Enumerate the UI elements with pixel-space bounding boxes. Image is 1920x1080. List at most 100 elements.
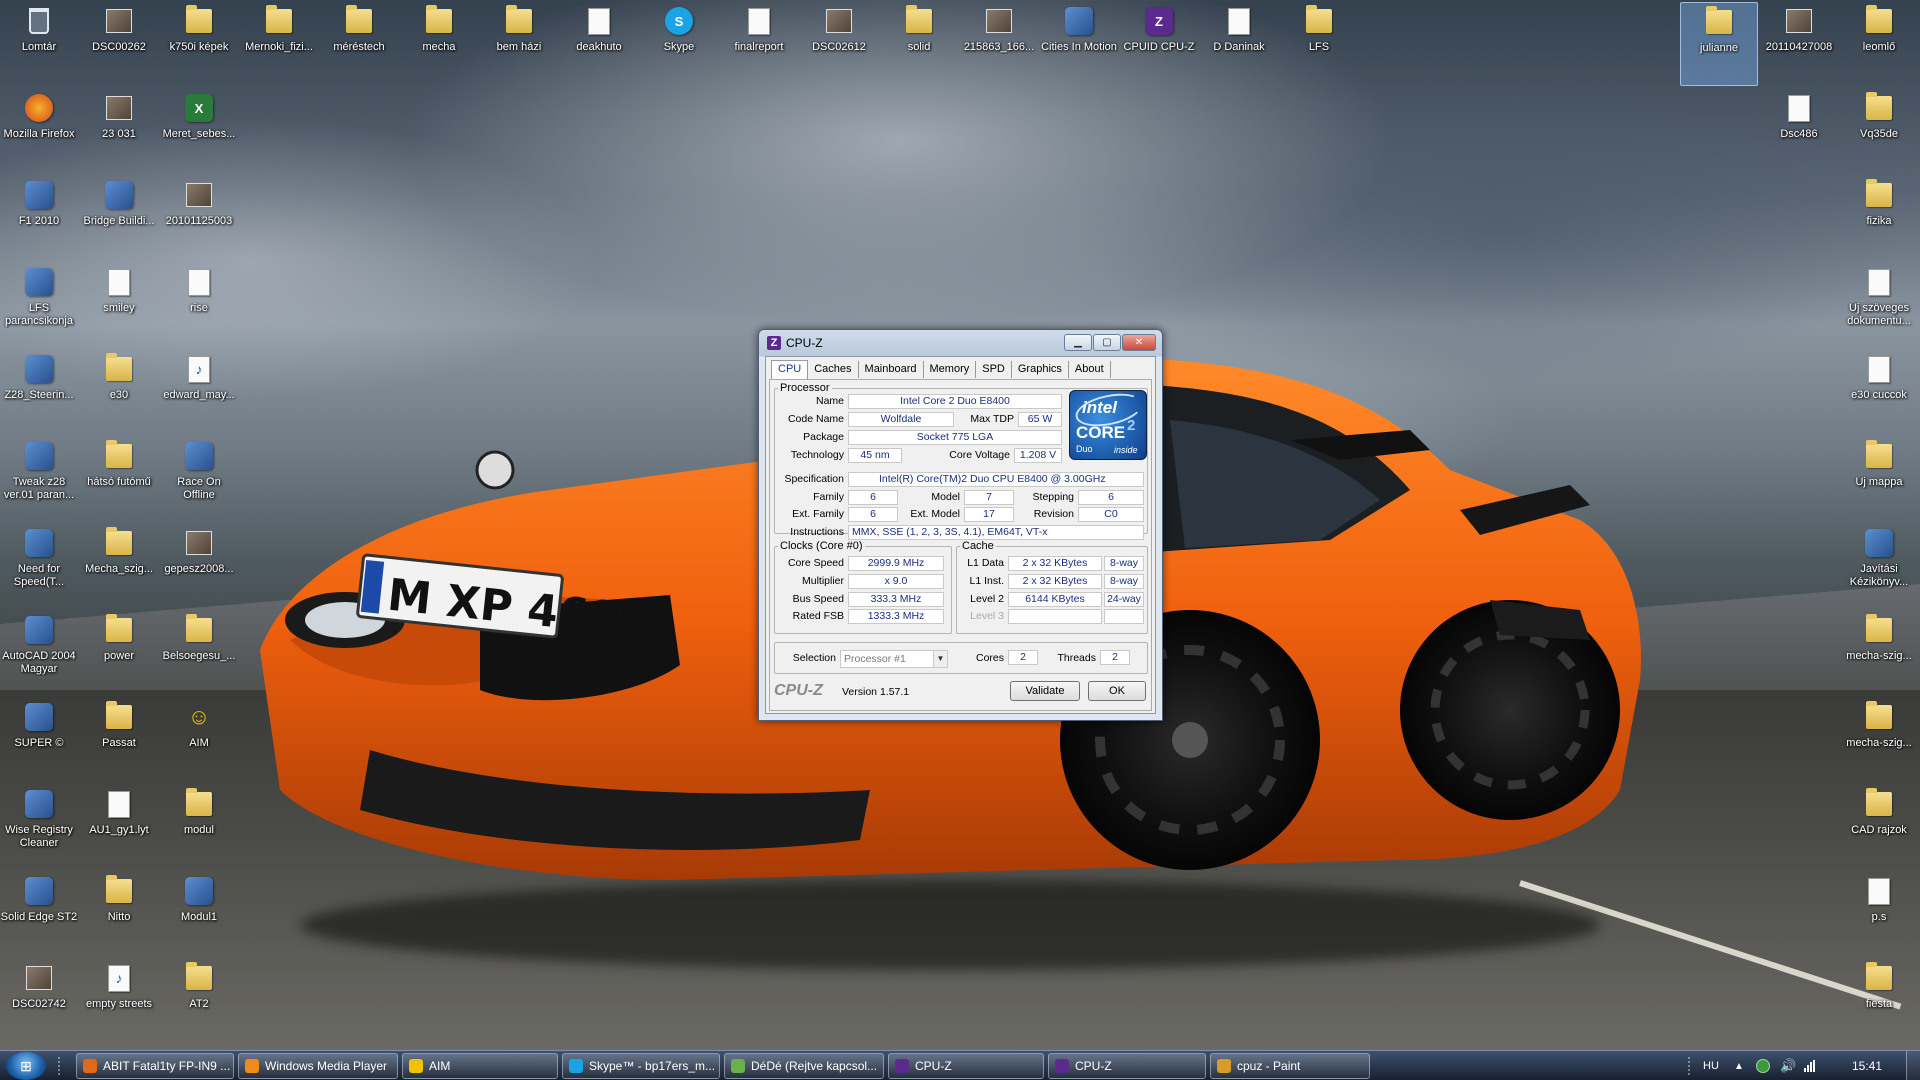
taskbar-button[interactable]: CPU-Z bbox=[888, 1053, 1044, 1079]
desktop-icon[interactable]: AT2 bbox=[160, 959, 238, 1043]
desktop-icon[interactable]: X Meret_sebes... bbox=[160, 89, 238, 173]
cpuz-window[interactable]: Z CPU-Z ▁ ▢ ✕ CPU Caches Mainboard Memory SPD… bbox=[758, 329, 1163, 721]
desktop-icon[interactable]: ♪ edward_may... bbox=[160, 350, 238, 434]
desktop-icon[interactable]: 20110427008 bbox=[1760, 2, 1838, 86]
desktop-icon[interactable]: Javítási Kézikönyv... bbox=[1840, 524, 1918, 608]
desktop-icon[interactable]: leomlő bbox=[1840, 2, 1918, 86]
desktop-icon[interactable]: Vq35de bbox=[1840, 89, 1918, 173]
processor-select[interactable]: Processor #1 ▼ bbox=[840, 650, 948, 668]
desktop-icon[interactable]: solid bbox=[880, 2, 958, 86]
desktop-icon[interactable]: Race On Offline bbox=[160, 437, 238, 521]
desktop-icon[interactable]: 20101125003 bbox=[160, 176, 238, 260]
desktop-icon[interactable]: Need for Speed(T... bbox=[0, 524, 78, 608]
taskbar-button[interactable]: DéDé (Rejtve kapcsol... bbox=[724, 1053, 884, 1079]
taskbar-button[interactable]: CPU-Z bbox=[1048, 1053, 1206, 1079]
desktop-icon[interactable]: Mecha_szig... bbox=[80, 524, 158, 608]
desktop-icon[interactable]: gepesz2008... bbox=[160, 524, 238, 608]
chevron-down-icon[interactable]: ▼ bbox=[933, 651, 947, 667]
desktop-icon[interactable]: 23 031 bbox=[80, 89, 158, 173]
ok-button[interactable]: OK bbox=[1088, 681, 1146, 701]
desktop-icon[interactable]: Cities In Motion bbox=[1040, 2, 1118, 86]
desktop-icon[interactable]: Solid Edge ST2 bbox=[0, 872, 78, 956]
spec-label: Specification bbox=[784, 473, 844, 485]
taskbar-grip[interactable] bbox=[58, 1057, 63, 1075]
taskbar-button[interactable]: Windows Media Player bbox=[238, 1053, 398, 1079]
desktop-icon[interactable]: Dsc486 bbox=[1760, 89, 1838, 173]
desktop-icon[interactable]: Tweak z28 ver.01 paran... bbox=[0, 437, 78, 521]
desktop-icon[interactable]: power bbox=[80, 611, 158, 695]
desktop-icon[interactable]: D Daninak bbox=[1200, 2, 1278, 86]
desktop-icon[interactable]: S Skype bbox=[640, 2, 718, 86]
desktop-icon[interactable]: Új mappa bbox=[1840, 437, 1918, 521]
desktop-icon[interactable]: SUPER © bbox=[0, 698, 78, 782]
taskbar-button[interactable]: cpuz - Paint bbox=[1210, 1053, 1370, 1079]
desktop-icon[interactable]: Lomtár bbox=[0, 2, 78, 86]
desktop-icon[interactable]: 215863_166... bbox=[960, 2, 1038, 86]
desktop-icon[interactable]: bem házi bbox=[480, 2, 558, 86]
validate-button[interactable]: Validate bbox=[1010, 681, 1080, 701]
desktop-icon[interactable]: Nitto bbox=[80, 872, 158, 956]
taskbar-button[interactable]: ABIT Fatal1ty FP-IN9 ... bbox=[76, 1053, 234, 1079]
language-indicator[interactable]: HU bbox=[1703, 1051, 1719, 1080]
tab-caches[interactable]: Caches bbox=[808, 361, 859, 378]
tab-about[interactable]: About bbox=[1069, 361, 1111, 378]
signal-icon[interactable] bbox=[1804, 1051, 1815, 1080]
desktop-icon[interactable]: hátsó futómű bbox=[80, 437, 158, 521]
desktop-icon[interactable]: p.s bbox=[1840, 872, 1918, 956]
desktop-icon[interactable]: DSC02742 bbox=[0, 959, 78, 1043]
desktop-icon[interactable]: Bridge Buildi... bbox=[80, 176, 158, 260]
desktop-icon[interactable]: Wise Registry Cleaner bbox=[0, 785, 78, 869]
desktop-icon[interactable]: Mernoki_fizi... bbox=[240, 2, 318, 86]
show-desktop-button[interactable] bbox=[1906, 1051, 1920, 1080]
network-icon[interactable] bbox=[1756, 1051, 1770, 1080]
desktop-icon[interactable]: mecha bbox=[400, 2, 478, 86]
desktop-icon-label: DSC02612 bbox=[812, 41, 866, 53]
desktop-icon[interactable]: Belsoegesu_... bbox=[160, 611, 238, 695]
desktop-icon[interactable]: DSC02612 bbox=[800, 2, 878, 86]
maximize-button[interactable]: ▢ bbox=[1093, 334, 1121, 351]
desktop-icon[interactable]: k750i képek bbox=[160, 2, 238, 86]
desktop-icon[interactable]: e30 cuccok bbox=[1840, 350, 1918, 434]
desktop-icon[interactable]: Z CPUID CPU-Z bbox=[1120, 2, 1198, 86]
desktop-icon[interactable]: Modul1 bbox=[160, 872, 238, 956]
desktop-icon[interactable]: deakhuto bbox=[560, 2, 638, 86]
desktop-icon[interactable]: fizika bbox=[1840, 176, 1918, 260]
desktop-icon[interactable]: rise bbox=[160, 263, 238, 347]
desktop-icon[interactable]: F1 2010 bbox=[0, 176, 78, 260]
desktop-icon[interactable]: modul bbox=[160, 785, 238, 869]
desktop-icon[interactable]: Passat bbox=[80, 698, 158, 782]
desktop-icon[interactable]: LFS parancsikonja bbox=[0, 263, 78, 347]
tab-spd[interactable]: SPD bbox=[976, 361, 1012, 378]
desktop-icon[interactable]: AutoCAD 2004 Magyar bbox=[0, 611, 78, 695]
desktop-icon[interactable]: AU1_gy1.lyt bbox=[80, 785, 158, 869]
desktop-icon[interactable]: ♪ empty streets bbox=[80, 959, 158, 1043]
desktop-icon[interactable]: finalreport bbox=[720, 2, 798, 86]
tab-cpu[interactable]: CPU bbox=[771, 360, 809, 379]
tray-grip[interactable] bbox=[1688, 1057, 1693, 1075]
start-button[interactable]: ⊞ bbox=[6, 1052, 46, 1080]
desktop-icon[interactable]: DSC00262 bbox=[80, 2, 158, 86]
desktop-icon[interactable]: Új szöveges dokumentu... bbox=[1840, 263, 1918, 347]
taskbar-button[interactable]: AIM bbox=[402, 1053, 558, 1079]
minimize-button[interactable]: ▁ bbox=[1064, 334, 1092, 351]
desktop-icon[interactable]: julianne bbox=[1680, 2, 1758, 86]
desktop-icon[interactable]: méréstech bbox=[320, 2, 398, 86]
clock[interactable]: 15:41 bbox=[1852, 1051, 1882, 1080]
desktop-icon[interactable]: mecha-szig... bbox=[1840, 698, 1918, 782]
desktop-icon[interactable]: Z28_Steerin... bbox=[0, 350, 78, 434]
desktop-icon[interactable]: Mozilla Firefox bbox=[0, 89, 78, 173]
volume-icon[interactable]: 🔊 bbox=[1780, 1051, 1796, 1080]
tab-graphics[interactable]: Graphics bbox=[1012, 361, 1069, 378]
desktop-icon[interactable]: e30 bbox=[80, 350, 158, 434]
desktop-icon[interactable]: fiesta bbox=[1840, 959, 1918, 1043]
desktop-icon[interactable]: mecha-szig... bbox=[1840, 611, 1918, 695]
tab-mainboard[interactable]: Mainboard bbox=[859, 361, 924, 378]
desktop-icon[interactable]: ☺ AIM bbox=[160, 698, 238, 782]
desktop-icon[interactable]: smiley bbox=[80, 263, 158, 347]
close-button[interactable]: ✕ bbox=[1122, 334, 1156, 351]
desktop-icon[interactable]: CAD rajzok bbox=[1840, 785, 1918, 869]
tab-memory[interactable]: Memory bbox=[924, 361, 977, 378]
desktop-icon[interactable]: LFS bbox=[1280, 2, 1358, 86]
show-hidden-icons[interactable]: ▲ bbox=[1734, 1051, 1744, 1080]
taskbar-button[interactable]: Skype™ - bp17ers_m... bbox=[562, 1053, 720, 1079]
